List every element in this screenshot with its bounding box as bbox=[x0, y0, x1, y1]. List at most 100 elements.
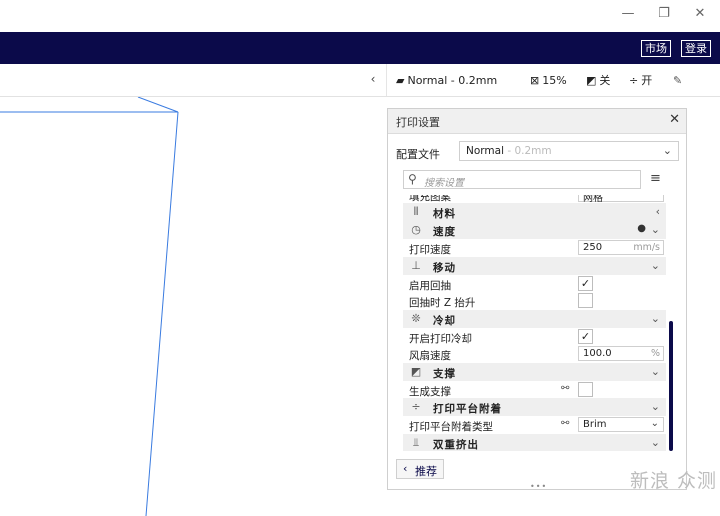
field-value: 100.0 bbox=[583, 348, 612, 359]
setting-row-adhesion-type: 打印平台附着类型 ⚯ Brim ⌄ bbox=[403, 416, 666, 434]
z-hop-checkbox[interactable] bbox=[578, 293, 593, 308]
search-input[interactable]: ⚲ 搜索设置 bbox=[403, 170, 641, 189]
minimize-button[interactable]: — bbox=[612, 0, 644, 26]
support-icon: ◩ bbox=[586, 73, 597, 87]
adhesion-summary[interactable]: ÷ 开 bbox=[629, 72, 652, 88]
setting-row-z-hop: 回抽时 Z 抬升 bbox=[403, 292, 666, 310]
category-label: 打印平台附着 bbox=[433, 403, 502, 415]
speed-icon: ◷ bbox=[411, 223, 421, 236]
search-icon: ⚲ bbox=[408, 172, 417, 186]
chevron-left-icon: ‹ bbox=[655, 205, 660, 218]
field-unit: % bbox=[650, 348, 660, 359]
support-value: 关 bbox=[599, 74, 611, 87]
setting-row-print-speed: 打印速度 250 mm/s bbox=[403, 239, 666, 257]
field-value: Brim bbox=[583, 419, 607, 430]
fan-speed-input[interactable]: 100.0 % bbox=[578, 346, 664, 361]
category-material[interactable]: ⦀ 材料 ‹ bbox=[403, 203, 666, 221]
chevron-down-icon: ⌄ bbox=[650, 259, 660, 272]
setting-label: 开启打印冷却 bbox=[409, 333, 472, 345]
setting-label: 风扇速度 bbox=[409, 350, 451, 362]
app-header: 市场 登录 bbox=[0, 32, 720, 64]
marketplace-button[interactable]: 市场 bbox=[641, 40, 671, 57]
category-label: 支撑 bbox=[433, 368, 456, 380]
field-value: 250 bbox=[583, 242, 603, 253]
close-window-button[interactable]: ✕ bbox=[684, 0, 716, 26]
printer-profile-icon: ▰ bbox=[396, 73, 405, 87]
chevron-down-icon: ⌄ bbox=[650, 365, 660, 378]
field-unit: mm/s bbox=[633, 242, 660, 253]
profile-select[interactable]: Normal - 0.2mm ⌄ bbox=[459, 141, 679, 161]
chevron-down-icon: ⌄ bbox=[650, 223, 660, 236]
search-placeholder: 搜索设置 bbox=[424, 178, 464, 189]
settings-list[interactable]: 填充图案 网格 ⦀ 材料 ‹ ◷ 速度 ● ⌄ 打印速度 250 mm/s ⊥ … bbox=[403, 195, 666, 451]
adhesion-type-select[interactable]: Brim ⌄ bbox=[578, 417, 664, 432]
material-icon: ⦀ bbox=[413, 205, 419, 218]
setting-row-fan-enable: 开启打印冷却 ✓ bbox=[403, 328, 666, 346]
profile-summary-label: Normal - 0.2mm bbox=[407, 73, 498, 87]
category-dual-extrusion[interactable]: ⫫ 双重挤出 ⌄ bbox=[403, 434, 666, 451]
category-speed[interactable]: ◷ 速度 ● ⌄ bbox=[403, 221, 666, 239]
setting-label: 启用回抽 bbox=[409, 280, 451, 292]
profile-summary-button[interactable]: ▰ Normal - 0.2mm bbox=[396, 72, 497, 88]
info-icon[interactable]: ● bbox=[637, 223, 646, 234]
infill-value: 15% bbox=[542, 73, 567, 87]
chevron-down-icon: ⌄ bbox=[650, 418, 659, 429]
infill-icon: ⊠ bbox=[530, 73, 540, 87]
window-titlebar: — ❐ ✕ bbox=[0, 0, 720, 32]
category-label: 移动 bbox=[433, 262, 456, 274]
close-icon[interactable]: ✕ bbox=[669, 112, 680, 127]
collapse-arrow-icon[interactable]: ‹ bbox=[366, 72, 380, 88]
link-icon[interactable]: ⚯ bbox=[561, 383, 569, 394]
category-cooling[interactable]: ❊ 冷却 ⌄ bbox=[403, 310, 666, 328]
setting-label: 生成支撑 bbox=[409, 386, 451, 398]
settings-menu-icon[interactable]: ≡ bbox=[650, 171, 661, 186]
recommended-mode-button[interactable]: ‹ 推荐 bbox=[396, 459, 444, 479]
panel-title: 打印设置 bbox=[396, 116, 440, 129]
adhesion-icon: ÷ bbox=[629, 73, 639, 87]
setting-row-generate-support: 生成支撑 ⚯ bbox=[403, 381, 666, 399]
chevron-down-icon: ⌄ bbox=[662, 144, 672, 157]
chevron-down-icon: ⌄ bbox=[650, 312, 660, 325]
toolbar-divider bbox=[386, 64, 387, 96]
resize-grip-icon[interactable]: ••• bbox=[530, 482, 547, 491]
category-label: 冷却 bbox=[433, 315, 456, 327]
infill-summary[interactable]: ⊠ 15% bbox=[530, 72, 567, 88]
print-settings-panel: 打印设置 ✕ 配置文件 Normal - 0.2mm ⌄ ⚲ 搜索设置 ≡ 填充… bbox=[387, 108, 687, 491]
category-support[interactable]: ◩ 支撑 ⌄ bbox=[403, 363, 666, 381]
settings-scrollbar[interactable] bbox=[669, 321, 673, 451]
dual-extrusion-icon: ⫫ bbox=[412, 436, 420, 449]
category-label: 速度 bbox=[433, 226, 456, 238]
chevron-left-icon: ‹ bbox=[403, 462, 408, 475]
generate-support-checkbox[interactable] bbox=[578, 382, 593, 397]
category-travel[interactable]: ⊥ 移动 ⌄ bbox=[403, 257, 666, 275]
restore-button[interactable]: ❐ bbox=[648, 0, 680, 26]
category-adhesion[interactable]: ÷ 打印平台附着 ⌄ bbox=[403, 398, 666, 416]
profile-value: Normal - 0.2mm bbox=[466, 145, 552, 157]
setting-label: 打印平台附着类型 bbox=[409, 421, 493, 433]
retraction-checkbox[interactable]: ✓ bbox=[578, 276, 593, 291]
setting-row-fan-speed: 风扇速度 100.0 % bbox=[403, 345, 666, 363]
chevron-down-icon: ⌄ bbox=[650, 400, 660, 413]
cooling-icon: ❊ bbox=[411, 312, 421, 325]
chevron-down-icon: ⌄ bbox=[650, 436, 660, 449]
category-label: 材料 bbox=[433, 208, 456, 220]
support-summary[interactable]: ◩ 关 bbox=[586, 72, 610, 88]
fan-enable-checkbox[interactable]: ✓ bbox=[578, 329, 593, 344]
setting-label: 打印速度 bbox=[409, 244, 451, 256]
link-icon[interactable]: ⚯ bbox=[561, 418, 569, 429]
panel-header: 打印设置 ✕ bbox=[388, 109, 686, 134]
profile-label: 配置文件 bbox=[396, 148, 440, 161]
print-setup-toolbar: ‹ ▰ Normal - 0.2mm ⊠ 15% ◩ 关 ÷ 开 ✎ bbox=[0, 64, 720, 97]
travel-icon: ⊥ bbox=[411, 259, 421, 272]
print-speed-input[interactable]: 250 mm/s bbox=[578, 240, 664, 255]
support-icon: ◩ bbox=[410, 365, 422, 378]
recommended-label: 推荐 bbox=[415, 465, 437, 478]
setting-label: 回抽时 Z 抬升 bbox=[409, 297, 476, 309]
adhesion-icon: ÷ bbox=[411, 400, 421, 413]
adhesion-value: 开 bbox=[641, 74, 653, 87]
edit-icon[interactable]: ✎ bbox=[673, 72, 682, 88]
infill-pattern-select[interactable]: 网格 bbox=[578, 195, 664, 204]
category-label: 双重挤出 bbox=[433, 439, 479, 451]
setting-row-retraction: 启用回抽 ✓ bbox=[403, 275, 666, 293]
login-button[interactable]: 登录 bbox=[681, 40, 711, 57]
